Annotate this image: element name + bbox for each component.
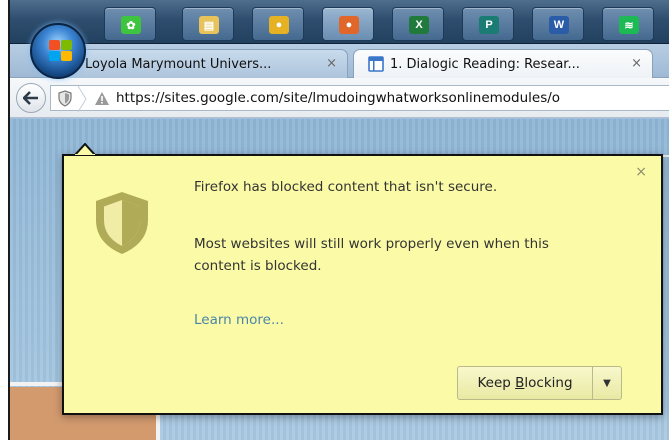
keep-blocking-accesskey: B <box>515 375 525 391</box>
url-text[interactable]: https://sites.google.com/site/lmudoingwh… <box>116 90 560 106</box>
windows-taskbar: ✿ ▤ ● ● X P W ≋ <box>10 0 669 79</box>
start-button[interactable] <box>30 23 86 79</box>
back-arrow-icon <box>23 91 38 105</box>
keep-blocking-prefix: Keep <box>477 375 516 391</box>
taskbar-button-word[interactable]: W <box>532 7 584 41</box>
mixed-content-shield-icon[interactable] <box>58 90 72 107</box>
blocked-message: Firefox has blocked content that isn't s… <box>194 179 498 195</box>
keep-blocking-suffix: locking <box>524 375 573 391</box>
url-bar[interactable]: https://sites.google.com/site/lmudoingwh… <box>50 85 669 112</box>
windows-flag-green <box>61 40 72 50</box>
tab-loyola[interactable]: Loyola Marymount Univers... × <box>48 49 348 78</box>
mixed-content-blocked-panel: × Firefox has blocked content that isn't… <box>62 154 663 415</box>
taskbar-button-firefox[interactable]: ● <box>322 7 374 41</box>
panel-arrow <box>75 143 95 155</box>
taskbar-button-publisher[interactable]: P <box>462 7 514 41</box>
panel-close-icon[interactable]: × <box>635 164 647 180</box>
firefox-icon: ● <box>339 16 359 34</box>
publisher-icon: P <box>479 16 499 34</box>
navigation-bar: https://sites.google.com/site/lmudoingwh… <box>10 78 669 118</box>
taskbar-button-chrome[interactable]: ● <box>252 7 304 41</box>
taskbar-button-spotify[interactable]: ≋ <box>602 7 654 41</box>
tab-dialogic-reading-label: 1. Dialogic Reading: Resear... <box>390 56 580 72</box>
tab-loyola-close-icon[interactable]: × <box>326 56 337 71</box>
back-button[interactable] <box>16 83 46 113</box>
keep-blocking-dropdown-icon[interactable]: ▼ <box>593 367 621 399</box>
learn-more-link[interactable]: Learn more... <box>194 312 284 328</box>
windows-flag-blue <box>49 51 60 61</box>
taskbar-button-file-explorer[interactable]: ▤ <box>182 7 234 41</box>
tab-dialogic-reading-close-icon[interactable]: × <box>631 56 642 71</box>
explanation-message: Most websites will still work properly e… <box>194 236 549 274</box>
excel-icon: X <box>409 16 429 34</box>
taskbar-button-media-player[interactable]: ✿ <box>104 7 156 41</box>
identity-separator-chevron <box>77 86 87 112</box>
chrome-icon: ● <box>269 16 289 34</box>
file-explorer-icon: ▤ <box>199 16 219 34</box>
windows-flag-yellow <box>61 51 72 61</box>
spotify-icon: ≋ <box>619 16 639 34</box>
warning-triangle-icon[interactable] <box>94 91 110 106</box>
browser-screenshot: ✿ ▤ ● ● X P W ≋ Loyola Marymount Univers... × 1… <box>8 0 669 440</box>
keep-blocking-label[interactable]: Keep Blocking <box>458 367 593 399</box>
media-player-icon: ✿ <box>121 16 141 34</box>
taskbar-button-excel[interactable]: X <box>392 7 444 41</box>
windows-flag-red <box>49 40 60 50</box>
tab-bar: Loyola Marymount Univers... × 1. Dialogi… <box>10 44 669 78</box>
tab-dialogic-reading[interactable]: 1. Dialogic Reading: Resear... × <box>353 49 653 78</box>
google-sites-icon <box>368 56 384 72</box>
tab-loyola-label: Loyola Marymount Univers... <box>85 56 272 72</box>
shield-icon <box>96 192 148 254</box>
keep-blocking-button[interactable]: Keep Blocking ▼ <box>457 366 622 400</box>
word-icon: W <box>549 16 569 34</box>
